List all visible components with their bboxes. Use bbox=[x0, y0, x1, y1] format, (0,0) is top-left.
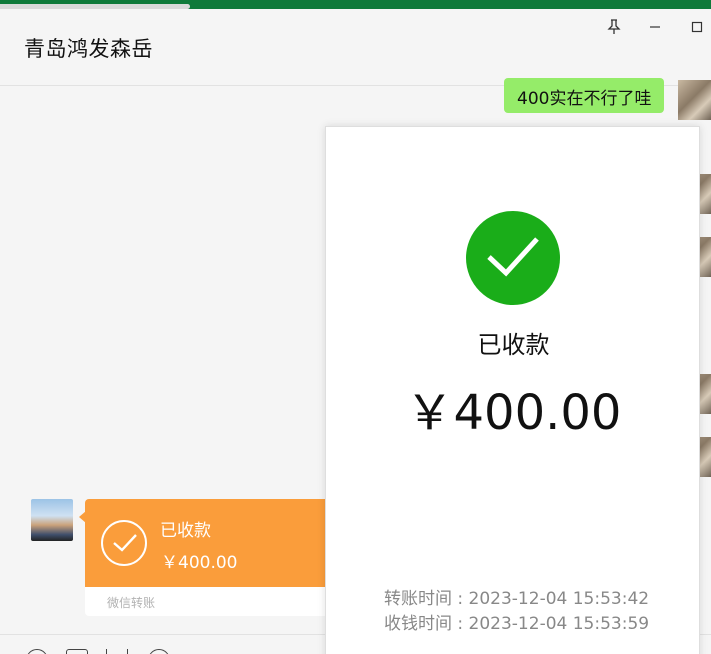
transfer-time: 转账时间 : 2023-12-04 15:53:42 bbox=[384, 589, 650, 609]
window-top-accent bbox=[0, 0, 711, 9]
transfer-card-footer: 微信转账 bbox=[85, 587, 329, 616]
check-circle-icon bbox=[101, 520, 147, 566]
transfer-card-body: 已收款 ￥400.00 bbox=[79, 499, 329, 587]
folder-icon[interactable] bbox=[66, 649, 88, 654]
receipt-popup: 已收款 ￥400.00 转账时间 : 2023-12-04 15:53:42 收… bbox=[325, 126, 700, 654]
avatar-self[interactable] bbox=[678, 80, 711, 120]
emoji-icon[interactable] bbox=[26, 649, 48, 654]
maximize-icon[interactable] bbox=[686, 16, 708, 38]
chat-title: 青岛鸿发森岳 bbox=[24, 37, 153, 61]
transfer-card-status: 已收款 bbox=[160, 521, 211, 541]
transfer-card-amount: ￥400.00 bbox=[161, 553, 238, 573]
pin-icon[interactable] bbox=[603, 16, 625, 38]
scissors-icon[interactable] bbox=[106, 649, 128, 654]
receipt-status: 已收款 bbox=[477, 331, 550, 359]
receive-time: 收钱时间 : 2023-12-04 15:53:59 bbox=[384, 614, 650, 634]
transfer-card[interactable]: 已收款 ￥400.00 微信转账 bbox=[79, 499, 329, 616]
avatar-contact[interactable] bbox=[31, 499, 73, 541]
outgoing-message-bubble[interactable]: 400实在不行了哇 bbox=[504, 78, 664, 113]
success-check-icon bbox=[466, 211, 560, 305]
chat-history-icon[interactable] bbox=[148, 649, 170, 654]
receipt-amount: ￥400.00 bbox=[405, 385, 622, 441]
chat-header: 青岛鸿发森岳 bbox=[0, 9, 711, 86]
minimize-icon[interactable] bbox=[644, 16, 666, 38]
transfer-card-label: 微信转账 bbox=[107, 596, 156, 610]
